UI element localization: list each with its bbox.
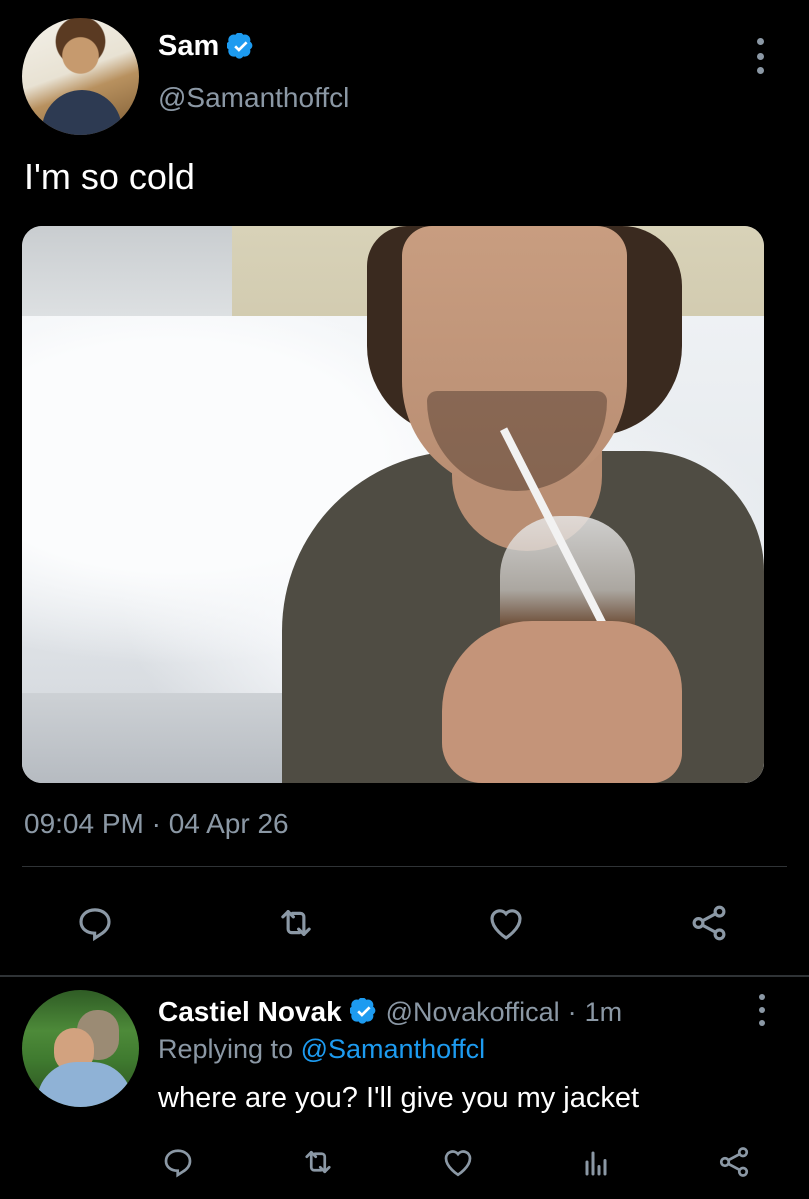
share-button[interactable] <box>714 1142 754 1182</box>
avatar-shirt <box>42 90 122 135</box>
more-dot <box>759 1007 765 1013</box>
more-dot <box>756 67 764 74</box>
replying-to-line: Replying to @Samanthoffcl <box>158 1034 485 1065</box>
reply-icon <box>79 908 111 942</box>
share-button[interactable] <box>686 900 732 946</box>
more-dot <box>759 994 765 1000</box>
author-avatar[interactable] <box>22 18 139 135</box>
photo-road <box>22 693 322 783</box>
like-icon <box>490 909 522 940</box>
divider <box>22 866 787 867</box>
like-button[interactable] <box>438 1142 478 1182</box>
more-dot <box>759 1020 765 1026</box>
reply-time[interactable]: 1m <box>585 997 623 1028</box>
tweet-timestamp[interactable]: 09:04 PM · 04 Apr 26 <box>24 808 289 840</box>
avatar-shirt <box>37 1062 132 1107</box>
reply-actions <box>158 1142 758 1182</box>
reply-icon <box>164 1149 192 1178</box>
share-icon <box>692 905 726 941</box>
author-name-row: Sam <box>158 30 255 63</box>
verified-badge-icon <box>227 32 253 59</box>
analytics-icon <box>585 1151 607 1176</box>
author-handle[interactable]: @Samanthoffcl <box>158 82 349 114</box>
separator: · <box>567 996 577 1027</box>
replying-to-prefix: Replying to <box>158 1034 294 1064</box>
photo-sky <box>22 226 252 316</box>
reply-author-display-name[interactable]: Castiel Novak <box>158 996 342 1028</box>
reply-button[interactable] <box>158 1142 198 1182</box>
reply-author-handle[interactable]: @Novakoffical <box>386 997 560 1028</box>
like-button[interactable] <box>483 900 529 946</box>
retweet-icon <box>305 1150 331 1174</box>
replying-to-mention[interactable]: @Samanthoffcl <box>301 1034 486 1064</box>
share-icon <box>719 1147 749 1177</box>
tweet-photo[interactable] <box>22 226 764 783</box>
author-display-name[interactable]: Sam <box>158 30 219 63</box>
verified-badge-icon <box>349 998 376 1024</box>
analytics-button[interactable] <box>576 1142 616 1182</box>
tweet-text: I'm so cold <box>24 156 195 197</box>
photo-hand <box>442 621 682 783</box>
divider <box>0 975 809 977</box>
more-dot <box>756 38 764 45</box>
tweet-actions <box>22 900 787 946</box>
like-icon <box>444 1150 472 1177</box>
reply-button[interactable] <box>72 900 118 946</box>
reply-author-avatar[interactable] <box>22 990 139 1107</box>
more-vertical-icon[interactable] <box>745 38 775 74</box>
more-dot <box>756 52 764 60</box>
more-vertical-icon[interactable] <box>752 994 772 1026</box>
retweet-button[interactable] <box>298 1142 338 1182</box>
reply-header: Castiel Novak @Novakoffical · 1m <box>158 996 622 1028</box>
reply-text: where are you? I'll give you my jacket <box>158 1082 640 1114</box>
retweet-button[interactable] <box>273 900 319 946</box>
retweet-icon <box>281 910 311 936</box>
